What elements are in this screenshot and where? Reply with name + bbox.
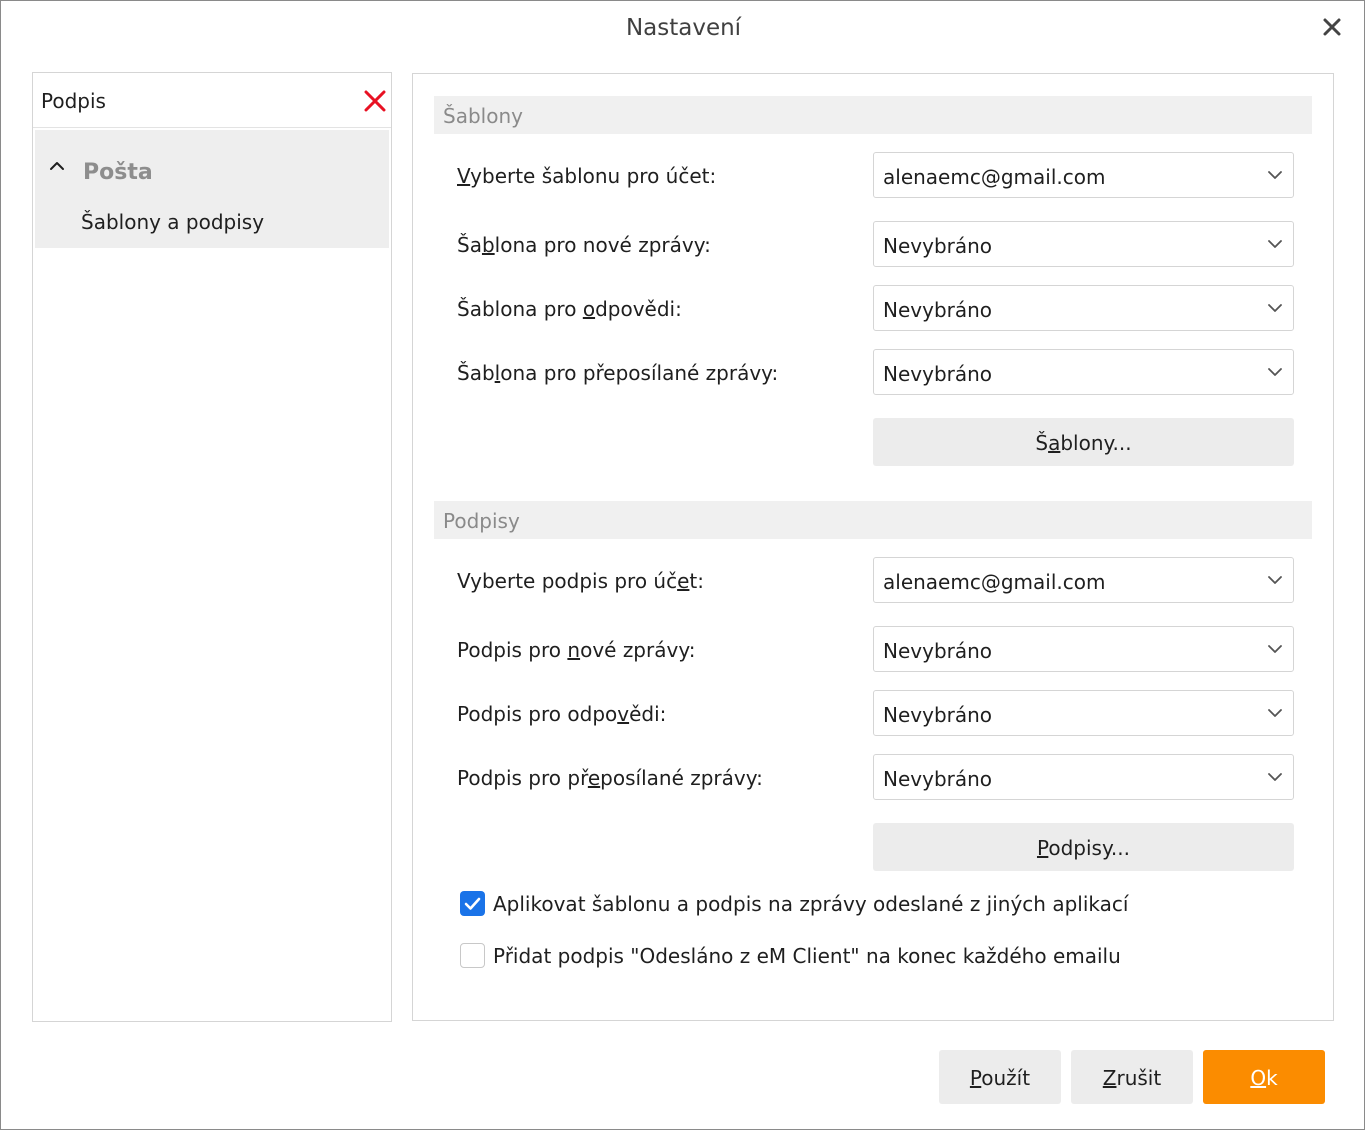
sent-from-signature-checkbox[interactable] [460,943,485,968]
tree-item-templates-signatures[interactable]: Šablony a podpisy [35,196,389,248]
apply-template-signature-option[interactable]: Aplikovat šablonu a podpis na zprávy ode… [460,891,1160,921]
dialog-title: Nastavení [625,15,742,41]
template-forward-select[interactable]: Nevybráno [873,349,1294,395]
template-new-label: Šablona pro nové zprávy: [457,233,711,257]
chevron-down-icon [1268,576,1282,584]
apply-button[interactable]: Použít [939,1050,1061,1104]
close-button[interactable] [1316,11,1348,43]
templates-button[interactable]: Šablony... [873,418,1294,466]
template-new-select[interactable]: Nevybráno [873,221,1294,267]
chevron-down-icon [1268,368,1282,376]
chevron-down-icon [1268,709,1282,717]
apply-template-signature-checkbox[interactable] [460,891,485,916]
signature-new-label: Podpis pro nové zprávy: [457,638,696,662]
signature-forward-select[interactable]: Nevybráno [873,754,1294,800]
cancel-button[interactable]: Zrušit [1071,1050,1193,1104]
sent-from-signature-option[interactable]: Přidat podpis "Odesláno z eM Client" na … [460,943,1160,973]
chevron-down-icon [1268,773,1282,781]
signature-account-select[interactable]: alenaemc@gmail.com [873,557,1294,603]
tree-group-mail[interactable]: Pošta [35,130,389,190]
ok-button[interactable]: Ok [1203,1050,1325,1104]
navigation-panel: Pošta Šablony a podpisy [32,72,392,1022]
clear-icon [364,90,386,112]
signature-new-select[interactable]: Nevybráno [873,626,1294,672]
chevron-down-icon [1268,304,1282,312]
chevron-down-icon [1268,240,1282,248]
settings-content-panel: Šablony Vyberte šablonu pro účet: alenae… [412,73,1334,1021]
clear-search-button[interactable] [363,89,387,113]
chevron-down-icon [1268,171,1282,179]
tree-item-label: Šablony a podpisy [81,210,265,234]
template-account-label: Vyberte šablonu pro účet: [457,164,717,188]
settings-dialog: Nastavení Pošta Šablony a podpisy [0,0,1365,1130]
chevron-up-icon [50,162,64,170]
search-input[interactable] [41,83,351,119]
tree-group-label: Pošta [83,160,153,185]
checkmark-icon [464,897,481,910]
template-account-select[interactable]: alenaemc@gmail.com [873,152,1294,198]
signature-forward-label: Podpis pro přeposílané zprávy: [457,766,763,790]
signature-reply-label: Podpis pro odpovědi: [457,702,667,726]
chevron-down-icon [1268,645,1282,653]
signatures-button[interactable]: Podpisy... [873,823,1294,871]
settings-tree: Pošta Šablony a podpisy [35,130,389,248]
sent-from-signature-label: Přidat podpis "Odesláno z eM Client" na … [493,944,1121,968]
template-reply-select[interactable]: Nevybráno [873,285,1294,331]
template-forward-label: Šablona pro přeposílané zprávy: [457,361,779,385]
close-icon [1323,18,1341,36]
signature-reply-select[interactable]: Nevybráno [873,690,1294,736]
search-box [33,73,391,128]
template-reply-label: Šablona pro odpovědi: [457,297,682,321]
signature-account-label: Vyberte podpis pro účet: [457,569,705,593]
apply-template-signature-label: Aplikovat šablonu a podpis na zprávy ode… [493,892,1129,916]
signatures-section-header: Podpisy [434,501,1312,539]
templates-section-header: Šablony [434,96,1312,134]
